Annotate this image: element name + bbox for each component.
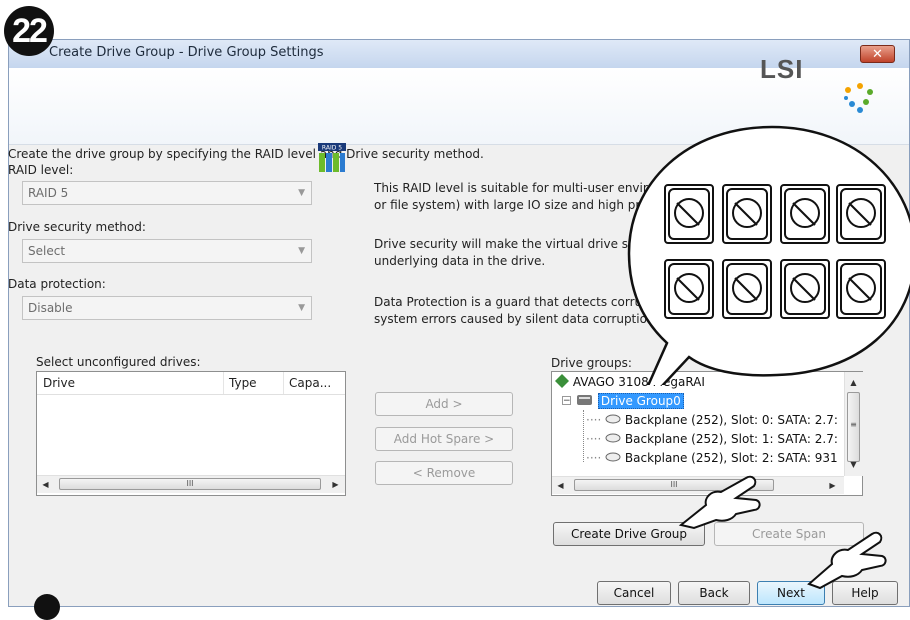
tree-line	[583, 410, 585, 462]
add-hot-spare-button[interactable]: Add Hot Spare >	[375, 427, 513, 451]
security-description: Drive security will make the virtual dri…	[374, 236, 642, 270]
tree-drive-item[interactable]: ···· Backplane (252), Slot: 2: SATA: 931	[586, 451, 838, 465]
tree-connector: ····	[586, 432, 602, 446]
raid-level-value: RAID 5	[28, 186, 69, 200]
tree-drive-group[interactable]: Drive Group0	[576, 393, 684, 409]
disk-icon	[605, 433, 621, 443]
remove-button[interactable]: < Remove	[375, 461, 513, 485]
security-description-line: Drive security will make the virtual dri…	[374, 237, 643, 251]
security-description-line: underlying data in the drive.	[374, 254, 546, 268]
lsi-logo-icon	[844, 83, 873, 113]
protection-description: Data Protection is a guard that detects …	[374, 294, 655, 328]
scroll-thumb[interactable]: ≡	[847, 392, 860, 462]
scroll-right-icon[interactable]: ▶	[327, 476, 344, 493]
pointing-hand-icon	[807, 531, 887, 590]
cancel-button[interactable]: Cancel	[597, 581, 671, 605]
raid-5-icon-text: RAID 5	[322, 145, 342, 152]
server-icon	[555, 374, 569, 388]
chevron-down-icon: ▼	[298, 188, 305, 198]
window-title: Create Drive Group - Drive Group Setting…	[49, 45, 324, 60]
intro-text: Create the drive group by specifying the…	[8, 147, 484, 161]
pointing-hand-icon	[678, 475, 761, 530]
tree-drive-item[interactable]: ···· Backplane (252), Slot: 1: SATA: 2.7…	[586, 432, 838, 446]
tree-drive-item[interactable]: ···· Backplane (252), Slot: 0: SATA: 2.7…	[586, 413, 838, 427]
raid-5-icon: RAID 5	[318, 143, 346, 172]
column-capacity[interactable]: Capa...	[289, 376, 331, 390]
security-value: Select	[28, 244, 66, 258]
column-drive[interactable]: Drive	[43, 376, 75, 390]
unconfigured-drives-label: Select unconfigured drives:	[36, 355, 201, 369]
security-label: Drive security method:	[8, 220, 146, 234]
column-divider	[223, 372, 224, 394]
drive-item-label: Backplane (252), Slot: 0: SATA: 2.7:	[624, 413, 838, 427]
vertical-scrollbar[interactable]: ▲ ≡ ▼	[844, 372, 863, 476]
column-type[interactable]: Type	[229, 376, 257, 390]
back-button[interactable]: Back	[678, 581, 750, 605]
drive-group-icon	[577, 395, 592, 405]
tree-connector: ····	[586, 413, 602, 427]
scroll-thumb[interactable]: III	[59, 478, 321, 490]
close-button[interactable]: ✕	[860, 45, 895, 63]
chevron-down-icon: ▼	[298, 303, 305, 313]
raid-description-line: This RAID level is suitable for multi-us…	[374, 181, 660, 195]
lsi-logo: LSI	[760, 54, 804, 84]
drive-item-label: Backplane (252), Slot: 1: SATA: 2.7:	[624, 432, 838, 446]
protection-select[interactable]: Disable ▼	[22, 296, 312, 320]
raid-description-line: or file system) with large IO size and h…	[374, 198, 648, 212]
raid-level-select[interactable]: RAID 5 ▼	[22, 181, 312, 205]
add-button[interactable]: Add >	[375, 392, 513, 416]
horizontal-scrollbar[interactable]: ◀ III ▶	[37, 475, 345, 493]
scroll-right-icon[interactable]: ▶	[824, 477, 841, 494]
drive-group-label: Drive Group0	[597, 393, 684, 409]
chevron-down-icon: ▼	[298, 246, 305, 256]
protection-description-line: Data Protection is a guard that detects …	[374, 295, 643, 309]
scroll-left-icon[interactable]: ◀	[37, 476, 54, 493]
raid-level-label: RAID level:	[8, 163, 74, 177]
unconfigured-drives-list[interactable]: Drive Type Capa... ◀ III ▶	[36, 371, 346, 496]
protection-label: Data protection:	[8, 277, 106, 291]
step-badge-partial	[34, 594, 60, 620]
protection-description-line: system errors caused by silent data corr…	[374, 312, 655, 326]
drive-illustration-callout	[627, 125, 910, 385]
disk-icon	[605, 452, 621, 462]
disk-icon	[605, 414, 621, 424]
drive-item-label: Backplane (252), Slot: 2: SATA: 931	[624, 451, 838, 465]
collapse-icon[interactable]: −	[562, 396, 571, 406]
scroll-down-icon[interactable]: ▼	[845, 456, 862, 473]
protection-value: Disable	[28, 301, 73, 315]
scroll-left-icon[interactable]: ◀	[552, 477, 569, 494]
tree-connector: ····	[586, 451, 602, 465]
list-header: Drive Type Capa...	[37, 372, 345, 395]
drive-groups-label: Drive groups:	[551, 356, 632, 370]
raid-description: This RAID level is suitable for multi-us…	[374, 180, 660, 214]
security-select[interactable]: Select ▼	[22, 239, 312, 263]
column-divider	[283, 372, 284, 394]
step-badge: 22	[4, 6, 54, 56]
